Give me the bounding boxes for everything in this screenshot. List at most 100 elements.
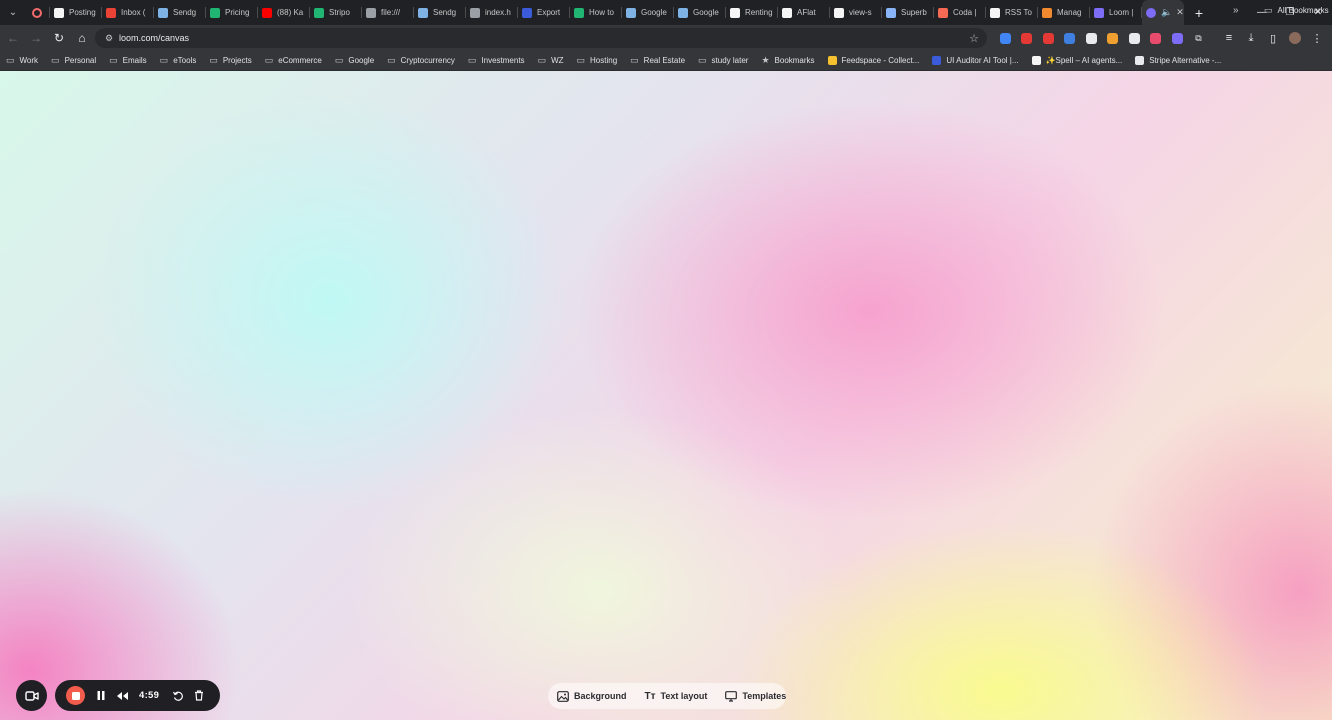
profile-avatar[interactable]	[1284, 29, 1306, 47]
bookmark-item[interactable]: Feedspace - Collect...	[827, 56, 919, 65]
tab[interactable]: Renting	[726, 0, 778, 25]
back-icon[interactable]: ←	[2, 27, 24, 49]
new-tab-button[interactable]: +	[1188, 2, 1210, 24]
bookmark-item[interactable]: UI Auditor AI Tool |...	[932, 56, 1019, 65]
bookmark-item[interactable]: ✨Spell – AI agents...	[1031, 56, 1122, 65]
extension-badge	[1042, 32, 1054, 44]
pause-button[interactable]	[94, 691, 108, 700]
bookmark-item[interactable]: ▭ Hosting	[577, 55, 618, 66]
tab[interactable]: (88) Ka	[258, 0, 310, 25]
tab-active[interactable]: 🔈 ✕	[1142, 0, 1184, 25]
tab-favicon-icon	[1042, 7, 1052, 18]
bookmark-item[interactable]: ▭ eCommerce	[265, 55, 322, 66]
tab-favicon-icon	[470, 7, 480, 18]
templates-button[interactable]: Templates	[725, 690, 786, 702]
bookmark-item[interactable]: ▭ Investments	[468, 55, 525, 66]
tab-recording[interactable]	[28, 0, 50, 25]
tab[interactable]: Google	[622, 0, 674, 25]
folder-icon: ▭	[698, 55, 707, 65]
side-panel-icon[interactable]: ▯	[1262, 29, 1284, 47]
bookmark-item[interactable]: ▭ Cryptocurrency	[387, 55, 455, 66]
bookmark-item[interactable]: ▭ Google	[335, 55, 374, 66]
bookmarks-overflow-icon[interactable]: »	[1233, 5, 1239, 16]
tab[interactable]: Coda |	[934, 0, 986, 25]
tab-favicon-icon	[834, 7, 844, 18]
tab[interactable]: view-s	[830, 0, 882, 25]
tab-audio-icon[interactable]: 🔈	[1161, 7, 1172, 18]
folder-icon: ▭	[6, 55, 15, 65]
loom-canvas[interactable]	[0, 71, 1332, 720]
menu-icon[interactable]: ⋮	[1306, 29, 1328, 47]
tab[interactable]: How to	[570, 0, 622, 25]
address-bar[interactable]: ⚙ loom.com/canvas ☆	[95, 28, 987, 48]
tab[interactable]: Stripo	[310, 0, 362, 25]
tab[interactable]: index.h	[466, 0, 518, 25]
bookmark-label: Work	[19, 56, 39, 65]
rewind-button[interactable]	[115, 691, 129, 700]
extension-8-icon[interactable]	[1147, 29, 1165, 47]
address-url[interactable]: loom.com/canvas	[119, 33, 189, 43]
tab[interactable]: Sendg	[154, 0, 206, 25]
tab[interactable]: Posting	[50, 0, 102, 25]
bookmark-item[interactable]: ▭ Emails	[109, 55, 147, 66]
site-settings-icon[interactable]: ⚙	[99, 33, 119, 44]
bookmark-item[interactable]: ▭ eTools	[160, 55, 197, 66]
tab[interactable]: Google	[674, 0, 726, 25]
tab-label: index.h	[485, 8, 511, 17]
bookmark-item[interactable]: ▭ study later	[698, 55, 748, 66]
stop-recording-button[interactable]	[66, 686, 85, 705]
delete-button[interactable]	[192, 690, 206, 701]
recording-dot-icon	[32, 7, 42, 18]
text-layout-button[interactable]: Tт Text layout	[645, 691, 708, 702]
tab[interactable]: Inbox (	[102, 0, 154, 25]
bookmark-item[interactable]: ▭ Real Estate	[630, 55, 685, 66]
tab-label: Loom |	[1109, 8, 1134, 17]
tab[interactable]: RSS To	[986, 0, 1038, 25]
bookmark-item[interactable]: ▭ Projects	[209, 55, 251, 66]
canvas-toolbar: Background Tт Text layout Templates	[548, 683, 786, 709]
extensions: ⧉	[996, 29, 1211, 47]
tab[interactable]: Export	[518, 0, 570, 25]
tab-favicon-icon	[366, 7, 376, 18]
forward-icon[interactable]: →	[25, 27, 47, 49]
abp-icon[interactable]	[1018, 29, 1036, 47]
bookmark-item[interactable]: ★ Bookmarks	[761, 55, 814, 66]
home-icon[interactable]: ⌂	[71, 27, 93, 49]
tab[interactable]: Sendg	[414, 0, 466, 25]
extension-5-icon[interactable]	[1082, 29, 1100, 47]
bookmark-item[interactable]: ▭ Work	[6, 55, 38, 66]
tab[interactable]: Manag	[1038, 0, 1090, 25]
extension-9-icon[interactable]	[1168, 29, 1186, 47]
extension-7-icon[interactable]	[1125, 29, 1143, 47]
bookmark-label: Real Estate	[643, 56, 686, 65]
tab-close-icon[interactable]: ✕	[1176, 7, 1184, 18]
tab-label: Sendg	[173, 8, 197, 17]
bookmark-item[interactable]: ▭ WZ	[538, 55, 564, 66]
tab-favicon-icon	[990, 7, 1000, 18]
extension-4-icon[interactable]	[1061, 29, 1079, 47]
background-button[interactable]: Background	[557, 690, 627, 702]
tab[interactable]: Loom |	[1090, 0, 1142, 25]
downloads-icon[interactable]: ⤓	[1240, 29, 1262, 47]
text-icon: Tт	[644, 690, 656, 702]
extension-badge	[1150, 32, 1161, 44]
extensions-menu-icon[interactable]: ⧉	[1190, 29, 1208, 47]
media-control-icon[interactable]: ≡	[1218, 29, 1240, 47]
bookmark-item[interactable]: ▭ Personal	[51, 55, 96, 66]
camera-toggle-button[interactable]	[16, 680, 47, 711]
extension-3-icon[interactable]	[1039, 29, 1057, 47]
all-bookmarks[interactable]: ▭ All Bookmarks	[1264, 5, 1329, 16]
tab[interactable]: Pricing	[206, 0, 258, 25]
tab[interactable]: file:///	[362, 0, 414, 25]
bookmark-star-icon[interactable]: ☆	[969, 32, 979, 45]
tab[interactable]: AFlat	[778, 0, 830, 25]
tab[interactable]: Superb	[882, 0, 934, 25]
tab-search-chevron-icon[interactable]: ⌄	[2, 2, 24, 24]
tab-favicon-icon	[418, 7, 428, 18]
reload-icon[interactable]: ↻	[48, 27, 70, 49]
extension-1-icon[interactable]	[996, 29, 1014, 47]
bookmark-label: UI Auditor AI Tool |...	[946, 56, 1019, 65]
restart-button[interactable]	[171, 691, 185, 701]
extension-6-icon[interactable]	[1104, 29, 1122, 47]
bookmark-item[interactable]: Stripe Alternative -...	[1135, 56, 1221, 65]
